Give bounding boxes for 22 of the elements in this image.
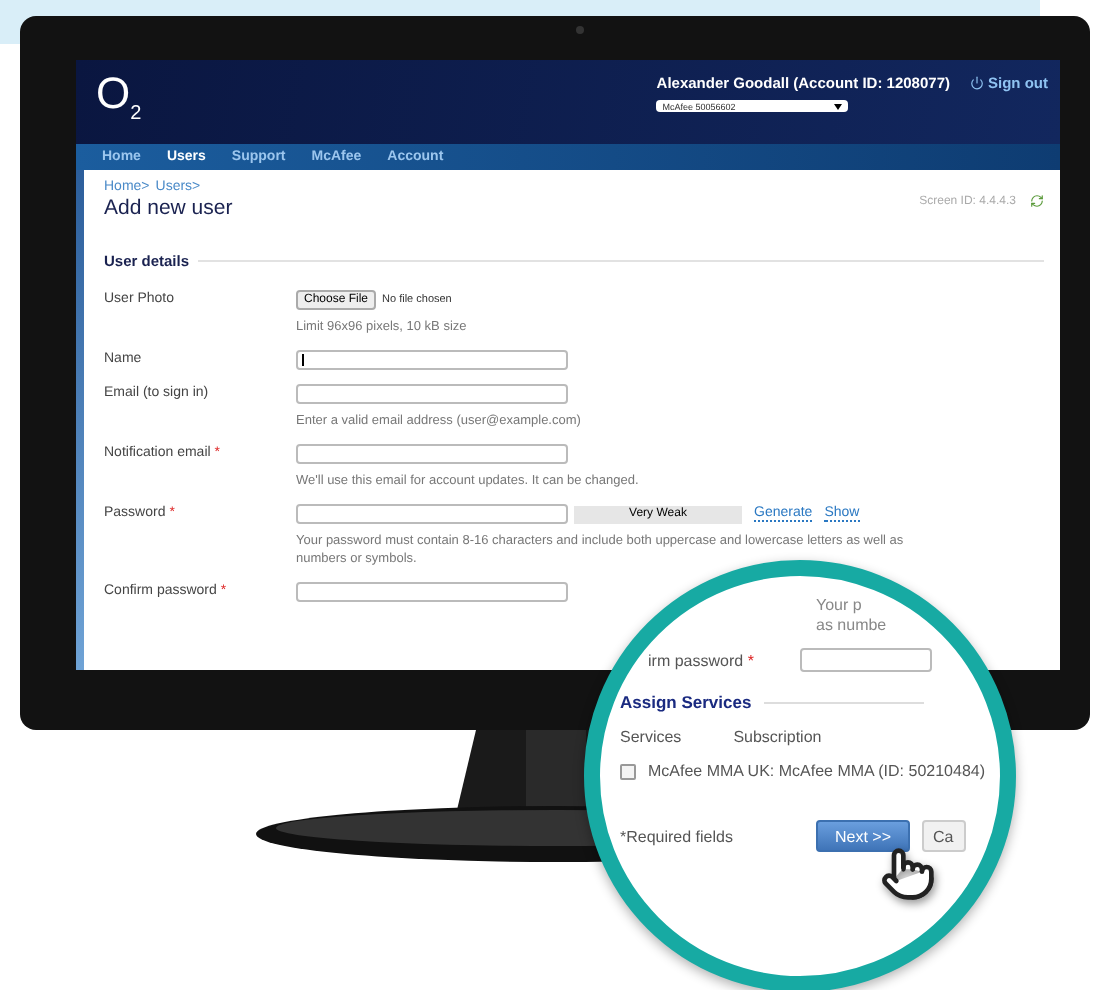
logo: O$_{2}$ (96, 66, 142, 129)
required-note: *Required fields (620, 827, 733, 845)
input-field[interactable] (296, 504, 568, 524)
webcam-dot (576, 26, 584, 34)
page-title: Add new user (104, 196, 233, 220)
text-fragment: as numbe (816, 616, 887, 636)
input-field[interactable] (296, 444, 568, 464)
column-header: Services (620, 728, 682, 746)
input-field[interactable] (296, 384, 568, 404)
service-label: McAfee MMA UK: McAfee MMA (ID: 50210484) (648, 762, 986, 780)
input-field[interactable] (799, 648, 932, 672)
text-fragment: Your p (816, 596, 862, 616)
checkbox[interactable] (620, 763, 636, 779)
power-icon (970, 76, 984, 90)
refresh-icon (1030, 194, 1044, 208)
section-title: Assign Services (620, 692, 752, 712)
column-header: Subscription (733, 728, 822, 746)
input-field[interactable] (296, 350, 568, 370)
field-label: irm password * (648, 651, 754, 669)
input-field[interactable] (296, 582, 568, 602)
cancel-button[interactable]: Ca (921, 820, 966, 852)
next-button[interactable]: Next >> (816, 820, 909, 852)
